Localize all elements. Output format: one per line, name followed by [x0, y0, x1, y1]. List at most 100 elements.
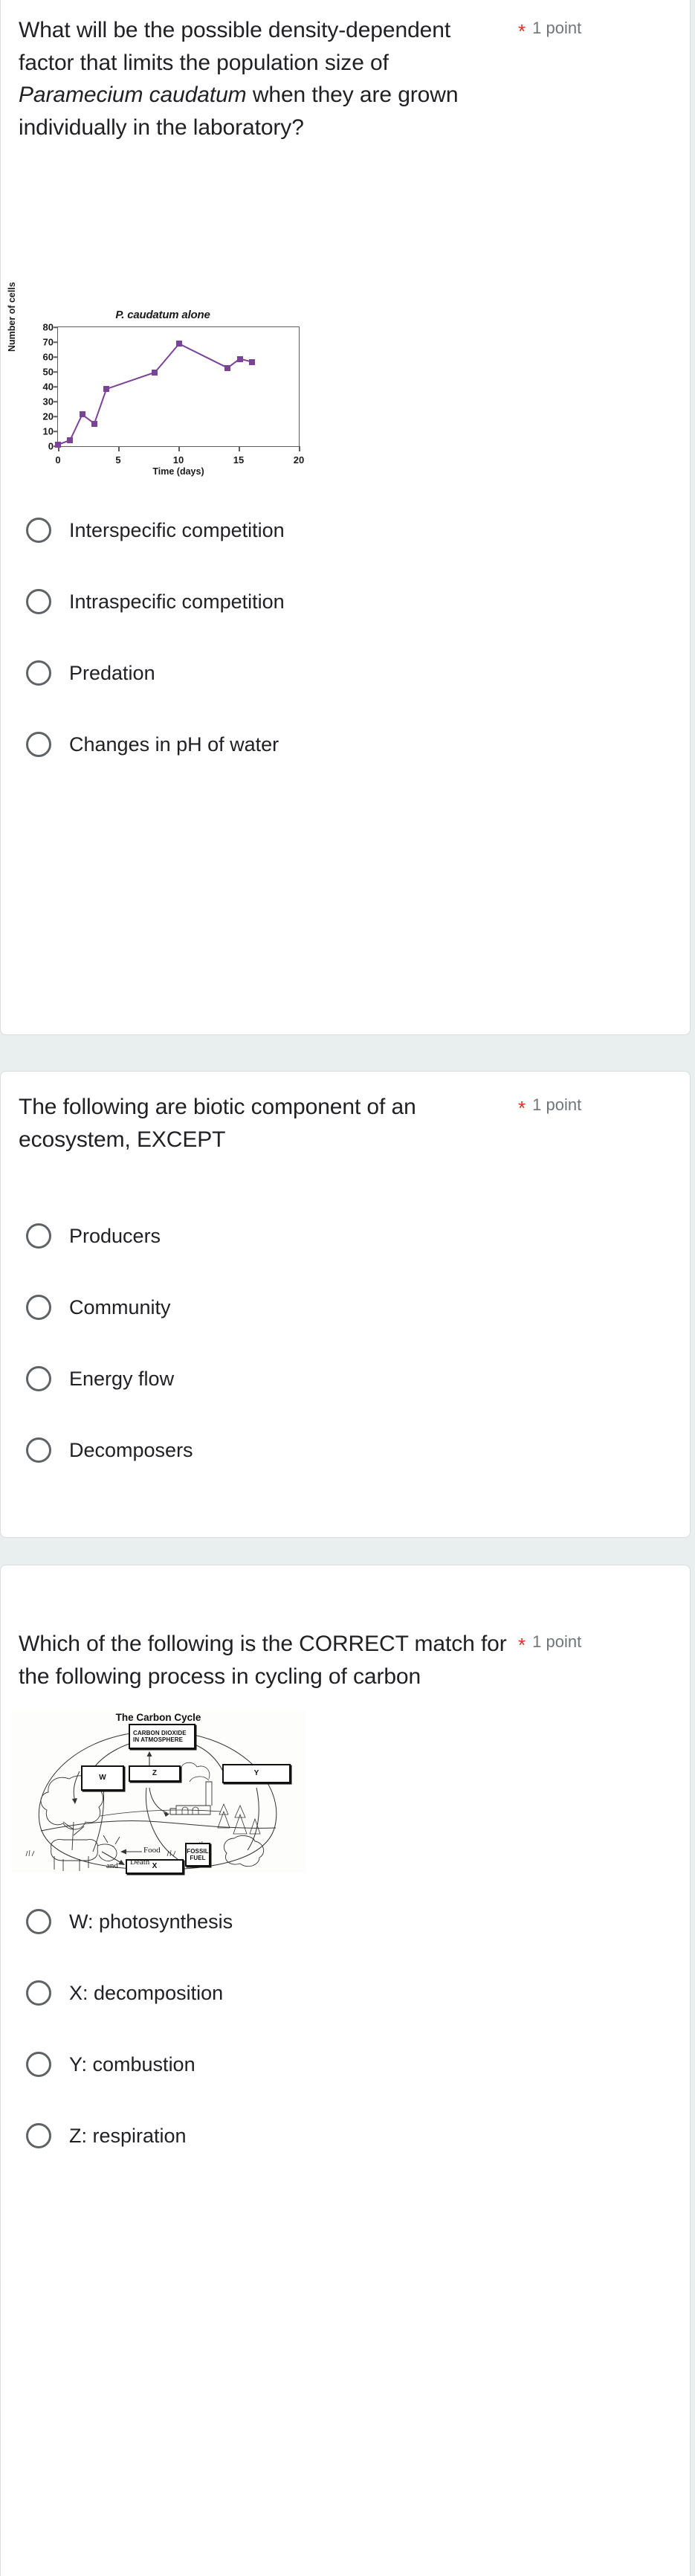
question-card-2: The following are biotic component of an… [0, 1071, 691, 1538]
chart-marker [248, 358, 255, 365]
option-label: Z: respiration [69, 2124, 187, 2147]
y-tick-0: 0 [48, 440, 54, 452]
chart-marker [236, 355, 243, 362]
radio-icon[interactable] [26, 1980, 51, 2006]
paramecium-growth-chart: P. caudatum alone Number of cells 80 70 … [7, 282, 311, 492]
chart-x-axis-label: Time (days) [152, 466, 204, 477]
radio-icon[interactable] [26, 1366, 51, 1391]
option-row[interactable]: X: decomposition [19, 1975, 672, 2011]
option-row[interactable]: Energy flow [19, 1361, 672, 1397]
radio-icon[interactable] [26, 732, 51, 757]
option-label: Producers [69, 1224, 161, 1247]
question-3-header: Which of the following is the CORRECT ma… [1, 1565, 690, 1693]
radio-icon[interactable] [26, 589, 51, 614]
x-tick-0: 0 [55, 454, 61, 466]
option-row[interactable]: Decomposers [19, 1432, 672, 1468]
diagram-box-x-label: X [152, 1862, 158, 1871]
chart-title-species: P. caudatum [115, 309, 179, 321]
required-asterisk-icon: * [518, 20, 526, 42]
option-label: Interspecific competition [69, 518, 285, 541]
radio-icon[interactable] [26, 1223, 51, 1249]
q1-part-1: What will be the possible density-depend… [19, 18, 451, 75]
option-row[interactable]: Changes in pH of water [19, 727, 672, 762]
points-label: 1 point [532, 19, 582, 37]
y-tick-20: 20 [42, 410, 54, 422]
diagram-box-y: Y [222, 1764, 291, 1783]
question-1-text: What will be the possible density-depend… [19, 14, 509, 144]
radio-icon[interactable] [26, 1909, 51, 1934]
question-3-points: * 1 point [509, 1628, 672, 1656]
x-tick-15: 15 [233, 454, 245, 466]
radio-icon[interactable] [26, 2052, 51, 2077]
option-label: Intraspecific competition [69, 590, 285, 613]
chart-plot-area: 80 70 60 50 40 30 20 10 0 0 5 10 15 20 [43, 322, 305, 466]
y-tick-40: 40 [42, 381, 54, 393]
chart-y-axis-label: Number of cells [7, 282, 17, 352]
y-tick-50: 50 [42, 366, 54, 378]
diagram-box-z: Z [129, 1765, 181, 1782]
y-tick-60: 60 [42, 351, 54, 363]
diagram-box-atmosphere: CARBON DIOXIDE IN ATMOSPHERE [129, 1724, 195, 1749]
y-tick-70: 70 [42, 336, 54, 348]
chart-marker [67, 437, 74, 443]
y-tick-10: 10 [42, 425, 54, 437]
chart-marker [152, 369, 158, 376]
radio-icon[interactable] [26, 1295, 51, 1320]
chart-marker [176, 341, 182, 347]
x-tick-5: 5 [115, 454, 121, 466]
diagram-label-food: Food [143, 1846, 161, 1855]
question-2-points: * 1 point [509, 1091, 672, 1119]
option-row[interactable]: Y: combustion [19, 2047, 672, 2082]
question-2-options: Producers Community Energy flow Decompos… [1, 1218, 690, 1468]
question-card-3: Which of the following is the CORRECT ma… [0, 1565, 691, 2576]
option-label: Community [69, 1295, 171, 1318]
diagram-box-y-label: Y [253, 1769, 259, 1778]
option-row[interactable]: Intraspecific competition [19, 584, 672, 619]
question-1-options: Interspecific competition Intraspecific … [1, 512, 690, 762]
chart-marker [224, 364, 231, 371]
x-tick-10: 10 [172, 454, 184, 466]
chart-marker [103, 386, 110, 393]
question-1-points: * 1 point [509, 14, 672, 42]
option-row[interactable]: W: photosynthesis [19, 1904, 672, 1939]
chart-title-suffix: alone [178, 309, 210, 321]
required-asterisk-icon: * [518, 1634, 526, 1656]
option-row[interactable]: Interspecific competition [19, 512, 672, 548]
question-3-text: Which of the following is the CORRECT ma… [19, 1632, 507, 1689]
points-label: 1 point [532, 1632, 582, 1651]
option-row[interactable]: Predation [19, 655, 672, 691]
option-label: Y: combustion [69, 2052, 195, 2076]
diagram-label-death: Death [130, 1858, 150, 1867]
chart-marker [79, 411, 85, 418]
diagram-box-atmosphere-label: CARBON DIOXIDE IN ATMOSPHERE [133, 1729, 187, 1743]
radio-icon[interactable] [26, 2123, 51, 2148]
diagram-box-fossil-fuel-label: FOSSIL FUEL [187, 1847, 209, 1861]
form-page: What will be the possible density-depend… [0, 0, 695, 2576]
chart-marker [91, 420, 97, 427]
option-label: Energy flow [69, 1367, 175, 1390]
carbon-cycle-diagram: The Carbon Cycle CARBON DIOXIDE IN ATMOS… [11, 1710, 306, 1874]
x-tick-20: 20 [293, 454, 305, 466]
chart-marker [55, 441, 61, 448]
question-3-options: W: photosynthesis X: decomposition Y: co… [1, 1904, 690, 2154]
q1-part-2-italic: Paramecium caudatum [19, 83, 247, 107]
option-row[interactable]: Community [19, 1289, 672, 1325]
option-label: W: photosynthesis [69, 1910, 233, 1933]
diagram-box-w: W [81, 1765, 124, 1791]
chart-container: P. caudatum alone Number of cells 80 70 … [1, 282, 691, 492]
radio-icon[interactable] [26, 660, 51, 686]
points-label: 1 point [532, 1095, 582, 1114]
option-label: Predation [69, 661, 155, 684]
radio-icon[interactable] [26, 518, 51, 543]
chart-title: P. caudatum alone [14, 309, 311, 321]
carbon-cycle-diagram-container: The Carbon Cycle CARBON DIOXIDE IN ATMOS… [1, 1710, 691, 1875]
option-label: Decomposers [69, 1438, 193, 1461]
diagram-label-and: and [106, 1861, 118, 1870]
question-1-header: What will be the possible density-depend… [1, 0, 690, 144]
option-row[interactable]: Producers [19, 1218, 672, 1254]
radio-icon[interactable] [26, 1437, 51, 1463]
option-row[interactable]: Z: respiration [19, 2118, 672, 2154]
y-tick-30: 30 [42, 396, 54, 408]
required-asterisk-icon: * [518, 1097, 526, 1119]
diagram-box-z-label: Z [152, 1769, 158, 1778]
